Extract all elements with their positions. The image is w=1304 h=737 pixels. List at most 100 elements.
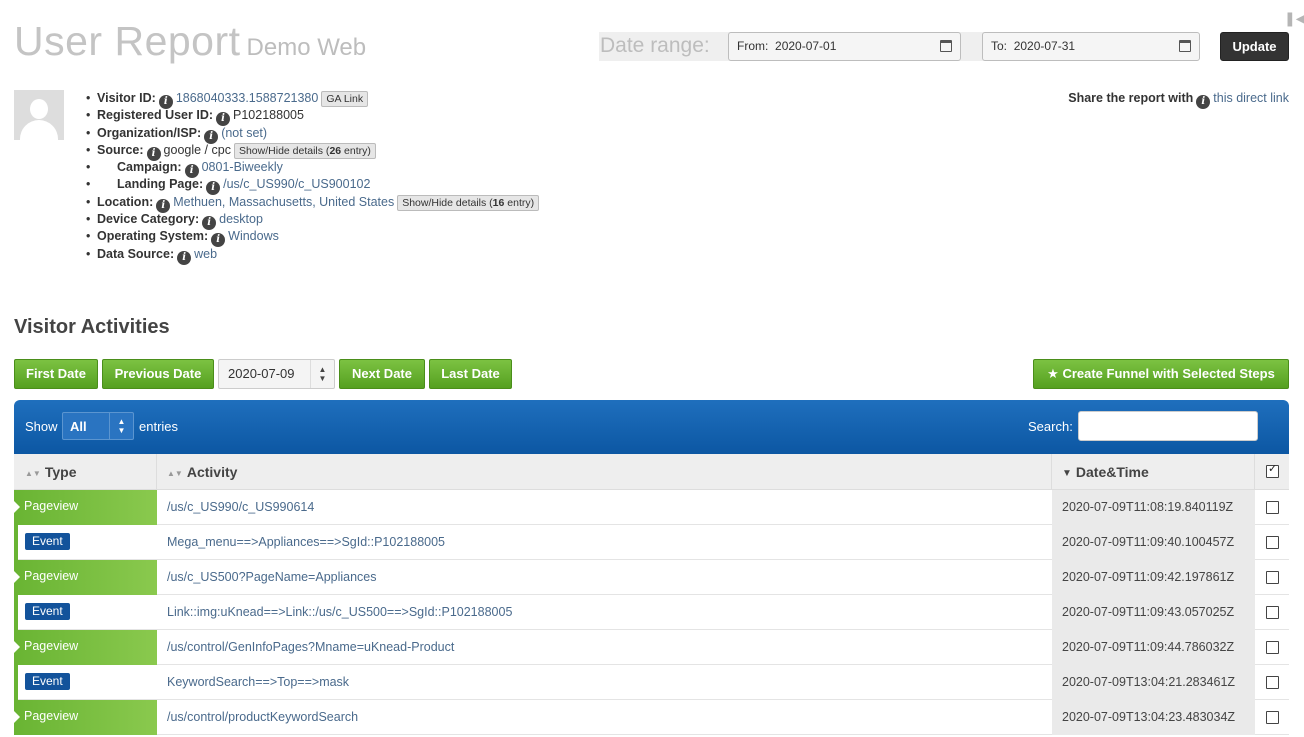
select-all-checkbox[interactable] [1266, 463, 1279, 478]
activity-cell[interactable]: Mega_menu==>Appliances==>SgId::P10218800… [167, 525, 445, 560]
activity-cell[interactable]: /us/c_US500?PageName=Appliances [167, 560, 377, 595]
activity-cell[interactable]: /us/c_US990/c_US990614 [167, 490, 314, 525]
show-label: Show [25, 419, 58, 434]
entries-label: entries [139, 419, 179, 434]
calendar-icon[interactable] [1179, 40, 1191, 52]
activity-cell[interactable]: KeywordSearch==>Top==>mask [167, 665, 349, 700]
source-item: Source:igoogle / cpcShow/Hide details (2… [86, 142, 539, 161]
sort-icon: ▲▼ [167, 469, 183, 478]
pageview-tag: Pageview [14, 560, 157, 595]
date-select-value: 2020-07-09 [228, 366, 295, 381]
table-row: Pageview /us/control/GenInfoPages?Mname=… [14, 630, 1289, 665]
activity-cell[interactable]: Link::img:uKnead==>Link::/us/c_US500==>S… [167, 595, 512, 630]
device-category-item: Device Category:idesktop [86, 211, 539, 231]
column-header-datetime[interactable]: ▼ Date&Time [1052, 454, 1255, 490]
next-date-button[interactable]: Next Date [339, 359, 425, 389]
datetime-cell: 2020-07-09T11:09:43.057025Z [1052, 595, 1255, 630]
location-value[interactable]: Methuen, Massachusetts, United States [173, 195, 394, 209]
page-subtitle: Demo Web [246, 34, 367, 61]
type-cell: Event [14, 595, 157, 630]
date-range-label: Date range: [600, 34, 710, 57]
entries-select[interactable]: All ▲ ▼ [62, 412, 134, 440]
row-checkbox[interactable] [1266, 711, 1279, 724]
type-cell: Event [14, 665, 157, 700]
column-header-activity[interactable]: ▲▼ Activity [157, 454, 1052, 490]
previous-date-button[interactable]: Previous Date [102, 359, 214, 389]
event-tag: Event [25, 603, 70, 620]
table-row: Pageview /us/control/productKeywordSearc… [14, 700, 1289, 735]
search-label: Search: [1028, 419, 1073, 434]
table-row: Event Mega_menu==>Appliances==>SgId::P10… [14, 525, 1289, 560]
operating-system-item: Operating System:iWindows [86, 228, 539, 248]
type-cell: Pageview [14, 630, 157, 665]
create-funnel-button[interactable]: ★ Create Funnel with Selected Steps [1033, 359, 1289, 389]
select-cell [1255, 665, 1289, 700]
collapse-panel-icon[interactable]: ❚◀ [1284, 10, 1304, 26]
datetime-cell: 2020-07-09T11:09:44.786032Z [1052, 630, 1255, 665]
datetime-cell: 2020-07-09T11:09:42.197861Z [1052, 560, 1255, 595]
last-date-button[interactable]: Last Date [429, 359, 512, 389]
event-tag: Event [25, 533, 70, 550]
to-prefix: To: [991, 39, 1008, 53]
organization-item: Organization/ISP:i(not set) [86, 125, 539, 144]
from-prefix: From: [737, 39, 769, 53]
table-row: Event Link::img:uKnead==>Link::/us/c_US5… [14, 595, 1289, 630]
table-toolbar: Show All ▲ ▼ entries Search: [14, 400, 1289, 454]
search-input[interactable] [1078, 411, 1258, 441]
select-cell [1255, 490, 1289, 525]
source-details-toggle-button[interactable]: Show/Hide details (26 entry) [233, 142, 376, 159]
device-category-value[interactable]: desktop [219, 212, 263, 226]
first-date-button[interactable]: First Date [14, 359, 98, 389]
registered-user-id-value: P102188005 [233, 108, 304, 123]
sort-desc-icon: ▼ [1062, 468, 1072, 479]
select-cell [1255, 700, 1289, 735]
location-details-toggle-button[interactable]: Show/Hide details (16 entry) [397, 194, 540, 211]
from-date-input[interactable]: From: 2020-07-01 [728, 32, 961, 61]
column-header-type[interactable]: ▲▼ Type [14, 454, 157, 490]
update-button[interactable]: Update [1220, 32, 1289, 61]
row-checkbox[interactable] [1266, 536, 1279, 549]
type-cell: Pageview [14, 490, 157, 525]
table-row: Pageview /us/c_US990/c_US990614 2020-07-… [14, 490, 1289, 525]
ga-link-button[interactable]: GA Link [321, 91, 369, 107]
data-source-value[interactable]: web [194, 247, 217, 261]
datetime-cell: 2020-07-09T13:04:21.283461Z [1052, 665, 1255, 700]
row-checkbox[interactable] [1266, 641, 1279, 654]
share-label: Share the report with [1068, 91, 1194, 105]
date-select[interactable]: 2020-07-09 ▲ ▼ [218, 359, 335, 389]
activity-cell[interactable]: /us/control/GenInfoPages?Mname=uKnead-Pr… [167, 630, 454, 665]
info-icon[interactable]: i [1196, 95, 1211, 109]
select-cell [1255, 525, 1289, 560]
visitor-activities-title: Visitor Activities [14, 316, 170, 338]
operating-system-value[interactable]: Windows [228, 229, 279, 243]
datetime-cell: 2020-07-09T11:09:40.100457Z [1052, 525, 1255, 560]
entries-select-value: All [70, 419, 87, 434]
calendar-icon[interactable] [940, 40, 952, 52]
organization-value[interactable]: (not set) [221, 126, 267, 140]
visitor-id-value[interactable]: 1868040333.1588721380 [176, 91, 319, 105]
select-cell [1255, 630, 1289, 665]
row-checkbox[interactable] [1266, 606, 1279, 619]
share-report: Share the report with i this direct link [1068, 90, 1289, 109]
row-checkbox[interactable] [1266, 676, 1279, 689]
visitor-info-list: Visitor ID:i1868040333.1588721380GA Link… [86, 90, 540, 265]
campaign-value[interactable]: 0801-Biweekly [202, 160, 283, 174]
row-checkbox[interactable] [1266, 571, 1279, 584]
row-checkbox[interactable] [1266, 501, 1279, 514]
activity-cell[interactable]: /us/control/productKeywordSearch [167, 700, 358, 735]
datetime-cell: 2020-07-09T13:04:23.483034Z [1052, 700, 1255, 735]
select-arrows-icon: ▲ ▼ [109, 413, 133, 439]
page-title: User Report [14, 18, 241, 64]
landing-page-value[interactable]: /us/c_US990/c_US900102 [223, 177, 370, 191]
datetime-cell: 2020-07-09T11:08:19.840119Z [1052, 490, 1255, 525]
direct-link[interactable]: this direct link [1213, 91, 1289, 105]
type-cell: Event [14, 525, 157, 560]
pageview-tag: Pageview [14, 700, 157, 735]
avatar [14, 90, 64, 140]
report-title: User Report Demo Web [14, 18, 366, 65]
location-item: Location:iMethuen, Massachusetts, United… [86, 194, 540, 213]
table-header-row: ▲▼ Type ▲▼ Activity ▼ Date&Time [14, 454, 1289, 490]
to-date-input[interactable]: To: 2020-07-31 [982, 32, 1200, 61]
info-icon[interactable]: i [177, 250, 192, 265]
visitor-id-item: Visitor ID:i1868040333.1588721380GA Link [86, 90, 539, 109]
